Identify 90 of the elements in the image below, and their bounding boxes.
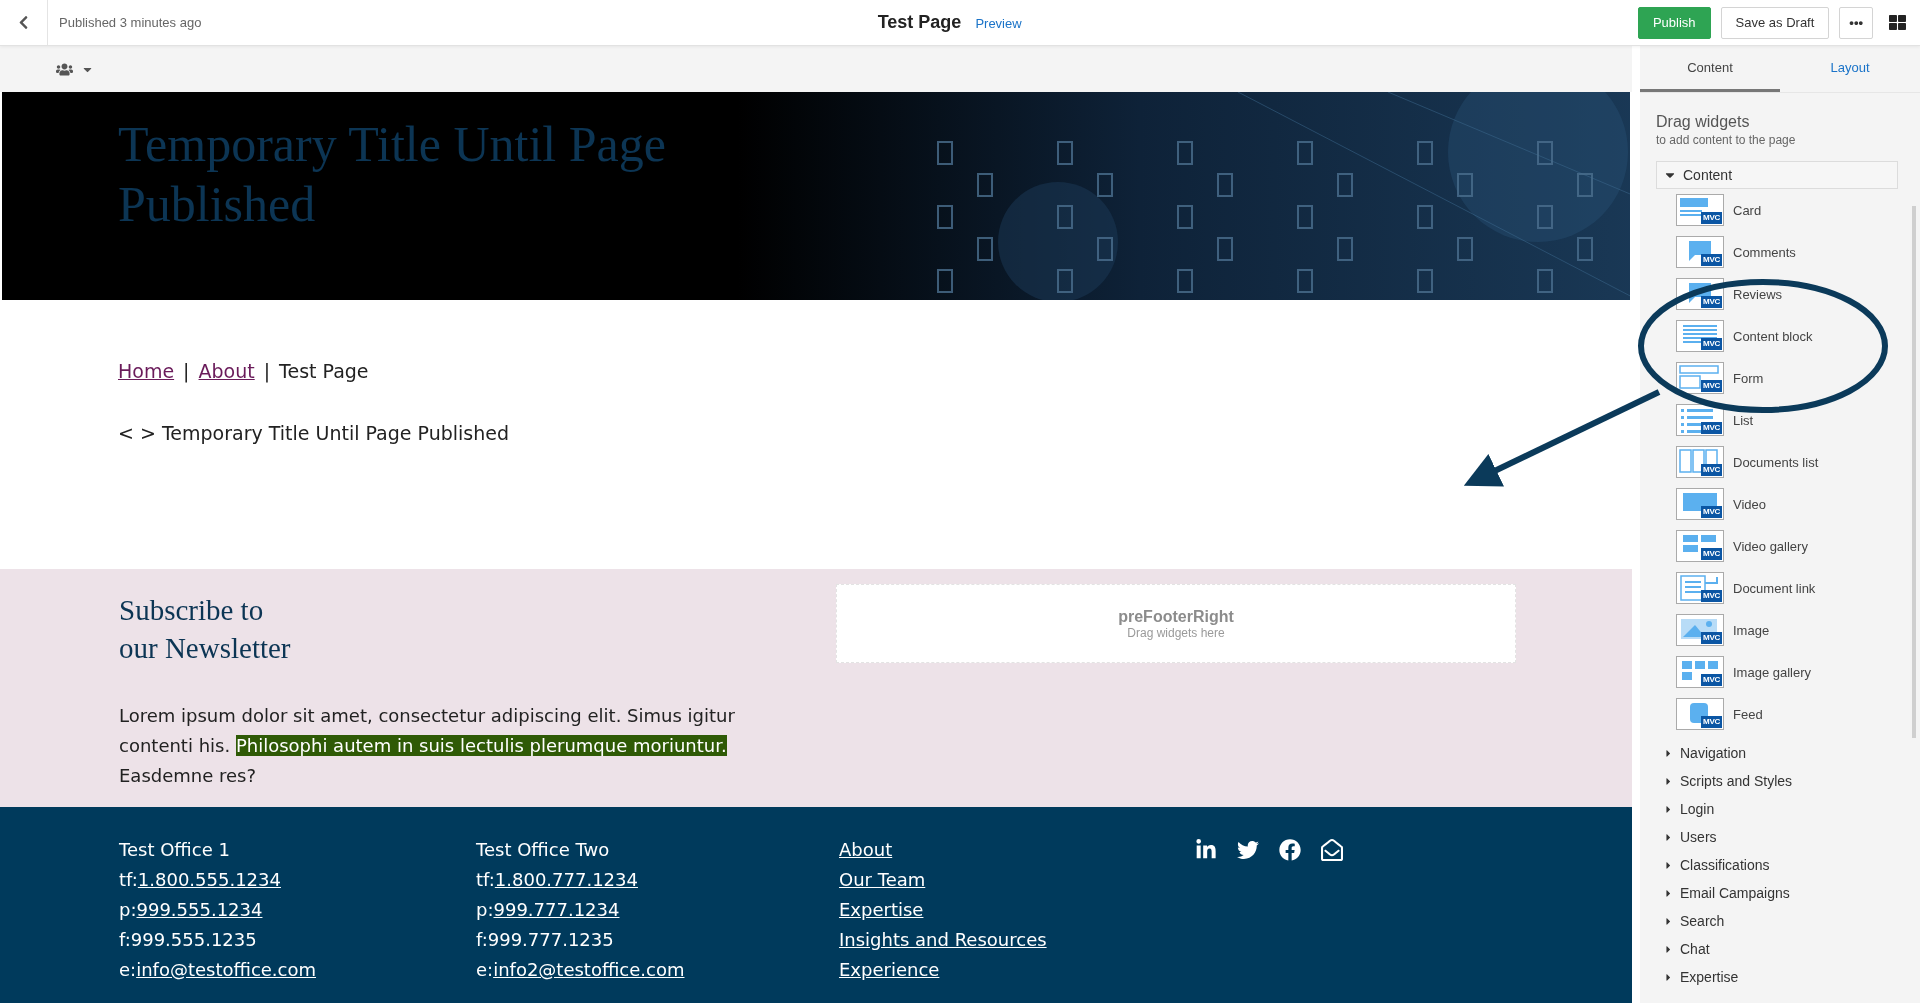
category-toggle[interactable]: Classifications — [1656, 851, 1898, 879]
mvc-badge: MVC — [1701, 212, 1722, 224]
contact-link[interactable]: info2@testoffice.com — [493, 959, 685, 980]
widget-label[interactable]: Comments — [1733, 244, 1796, 260]
widget-label[interactable]: Video — [1733, 496, 1766, 512]
contact-line: e:info@testoffice.com — [119, 958, 318, 982]
widget-tile[interactable]: MVC — [1676, 236, 1724, 268]
page-title: Test Page — [877, 12, 962, 33]
publish-status: Published 3 minutes ago — [59, 15, 202, 30]
widget-label[interactable]: Card — [1733, 202, 1762, 218]
widget-label[interactable]: Reviews — [1733, 286, 1783, 302]
newsletter-paragraph: Lorem ipsum dolor sit amet, consectetur adipiscing elit. Simus igitur contenti his. Philosophi autem in suis lectulis plerumque moriuntur. Easdemne res? — [119, 704, 736, 788]
hero-title: Temporary Title Until Page Published — [117, 115, 667, 234]
contact-line: p:999.555.1234 — [119, 898, 264, 922]
widget-tile[interactable]: MVC — [1676, 488, 1724, 520]
mvc-badge: MVC — [1701, 422, 1722, 434]
drop-zone-hint: Drag widgets here — [1127, 625, 1225, 640]
category-toggle[interactable]: Content — [1656, 161, 1898, 189]
scrollbar[interactable] — [1912, 206, 1916, 738]
breadcrumb-separator: | — [183, 360, 190, 382]
footer-text: Test Office Two — [476, 838, 611, 862]
contact-link[interactable]: 1.800.555.1234 — [137, 869, 281, 890]
footer-link[interactable]: Expertise — [839, 895, 1195, 925]
breadcrumb-current: Test Page — [279, 360, 369, 382]
category-toggle[interactable]: Expertise — [1656, 963, 1898, 991]
mvc-badge: MVC — [1701, 590, 1722, 602]
page-heading: < > Temporary Title Until Page Published — [118, 422, 510, 444]
breadcrumb-separator: | — [263, 360, 271, 382]
footer-link[interactable]: Our Team — [839, 865, 1195, 895]
mvc-badge: MVC — [1701, 632, 1722, 644]
contact-link[interactable]: 999.555.1234 — [136, 899, 263, 920]
widget-tile[interactable]: MVC — [1676, 572, 1724, 604]
panel-subheading: to add content to the page — [1656, 133, 1797, 147]
contact-link[interactable]: 999.777.1234 — [493, 899, 620, 920]
widget-label[interactable]: Form — [1733, 370, 1764, 386]
mvc-badge: MVC — [1701, 254, 1722, 266]
widget-label[interactable]: Document link — [1733, 580, 1816, 596]
contact-line: tf:1.800.777.1234 — [476, 868, 639, 892]
footer-text: f:999.777.1235 — [476, 928, 615, 952]
category-toggle[interactable]: Scripts and Styles — [1656, 767, 1898, 795]
newsletter-heading: Subscribe to our Newsletter — [119, 593, 292, 666]
footer-text: Test Office 1 — [119, 838, 231, 862]
widget-tile[interactable]: MVC — [1676, 698, 1724, 730]
breadcrumb-link[interactable]: About — [198, 360, 255, 382]
save-draft-button[interactable]: Save as Draft — [1720, 6, 1830, 39]
widget-tile[interactable]: MVC — [1676, 404, 1724, 436]
widget-tile[interactable]: MVC — [1676, 362, 1724, 394]
mvc-badge: MVC — [1701, 506, 1722, 518]
contact-link[interactable]: 1.800.777.1234 — [494, 869, 638, 890]
footer-link[interactable]: Experience — [839, 955, 1195, 985]
footer-link[interactable]: About — [839, 835, 1195, 865]
more-button[interactable]: ••• — [1839, 6, 1873, 39]
widget-label[interactable]: Documents list — [1733, 454, 1819, 470]
widget-label[interactable]: Content block — [1733, 328, 1813, 344]
panel-tab[interactable]: Content — [1640, 46, 1780, 92]
widget-label[interactable]: List — [1733, 412, 1754, 428]
drop-zone-title: preFooterRight — [1118, 607, 1234, 626]
contact-line: tf:1.800.555.1234 — [119, 868, 282, 892]
mvc-badge: MVC — [1701, 548, 1722, 560]
mvc-badge: MVC — [1701, 464, 1722, 476]
widget-tile[interactable]: MVC — [1676, 320, 1724, 352]
widget-tile[interactable]: MVC — [1676, 446, 1724, 478]
contact-link[interactable]: info@testoffice.com — [136, 959, 317, 980]
panel-tab[interactable]: Layout — [1780, 46, 1920, 92]
widget-label[interactable]: Image gallery — [1733, 664, 1812, 680]
mvc-badge: MVC — [1701, 380, 1722, 392]
mvc-badge: MVC — [1701, 674, 1722, 686]
contact-line: e:info2@testoffice.com — [476, 958, 686, 982]
panel-heading: Drag widgets — [1656, 113, 1751, 131]
mvc-badge: MVC — [1701, 296, 1722, 308]
footer-link[interactable]: Insights and Resources — [839, 925, 1195, 955]
mvc-badge: MVC — [1701, 338, 1722, 350]
widget-tile[interactable]: MVC — [1676, 614, 1724, 646]
breadcrumb-link[interactable]: Home — [118, 360, 175, 382]
widget-label[interactable]: Video gallery — [1733, 538, 1808, 554]
footer-text: f:999.555.1235 — [119, 928, 258, 952]
category-toggle[interactable]: Users — [1656, 823, 1898, 851]
widget-label[interactable]: Image — [1733, 622, 1770, 638]
contact-line: p:999.777.1234 — [476, 898, 621, 922]
widget-tile[interactable]: MVC — [1676, 194, 1724, 226]
category-toggle[interactable]: Login — [1656, 795, 1898, 823]
category-toggle[interactable]: Search — [1656, 907, 1898, 935]
widget-tile[interactable]: MVC — [1676, 656, 1724, 688]
widget-tile[interactable]: MVC — [1676, 530, 1724, 562]
widget-label[interactable]: Feed — [1733, 706, 1763, 722]
mvc-badge: MVC — [1701, 716, 1722, 728]
category-toggle[interactable]: Chat — [1656, 935, 1898, 963]
preview-link[interactable]: Preview — [975, 16, 1022, 31]
category-toggle[interactable]: Email Campaigns — [1656, 879, 1898, 907]
category-toggle[interactable]: Navigation — [1656, 739, 1898, 767]
